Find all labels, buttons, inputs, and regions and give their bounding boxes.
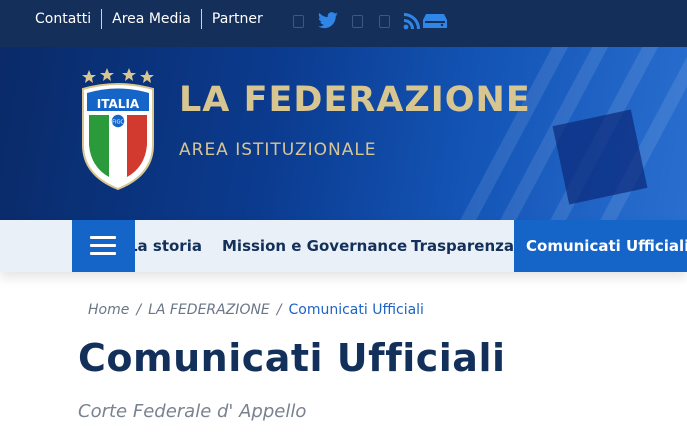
contatti-link[interactable]: Contatti (35, 9, 91, 29)
crest-small-text: FIGC (112, 120, 124, 126)
hero-banner: ITALIA FIGC LA FEDERAZIONE AREA ISTITUZI… (0, 47, 687, 220)
crest-text: ITALIA (97, 97, 140, 111)
breadcrumb-section[interactable]: LA FEDERAZIONE (148, 302, 270, 318)
partner-link[interactable]: Partner (212, 9, 263, 29)
hero-title: LA FEDERAZIONE (179, 80, 531, 120)
divider (200, 9, 202, 29)
hamburger-icon (90, 236, 116, 239)
facebook-icon[interactable] (292, 10, 304, 32)
figc-crest-logo[interactable]: ITALIA FIGC (78, 65, 158, 195)
instagram-icon[interactable] (351, 10, 363, 32)
nav-item-storia[interactable]: La storia (128, 220, 202, 272)
breadcrumb-separator: / (136, 302, 142, 318)
area-media-link[interactable]: Area Media (112, 9, 191, 29)
breadcrumb-separator: / (276, 302, 282, 318)
hero-subtitle: AREA ISTITUZIONALE (179, 140, 377, 160)
breadcrumb-home[interactable]: Home (88, 302, 129, 318)
nav-item-comunicati[interactable]: Comunicati Ufficiali (514, 220, 687, 272)
breadcrumb: Home / LA FEDERAZIONE / Comunicati Uffic… (88, 302, 424, 318)
menu-button[interactable] (72, 220, 135, 272)
page-subtitle: Corte Federale d' Appello (78, 401, 307, 422)
tv-icon[interactable] (422, 10, 448, 32)
youtube-icon[interactable] (378, 10, 390, 32)
nav-item-mission[interactable]: Mission e Governance (222, 220, 407, 272)
main-navigation: La storia Mission e Governance Trasparen… (0, 220, 687, 272)
top-links: Contatti Area Media Partner (35, 9, 263, 29)
nav-item-trasparenza[interactable]: Trasparenza (411, 220, 514, 272)
rss-icon[interactable] (403, 10, 421, 32)
twitter-icon[interactable] (317, 10, 339, 32)
breadcrumb-current: Comunicati Ufficiali (288, 302, 424, 318)
top-bar: Contatti Area Media Partner (0, 0, 687, 47)
page-title: Comunicati Ufficiali (78, 336, 506, 380)
eu-flag-image (552, 109, 648, 205)
divider (101, 9, 103, 29)
